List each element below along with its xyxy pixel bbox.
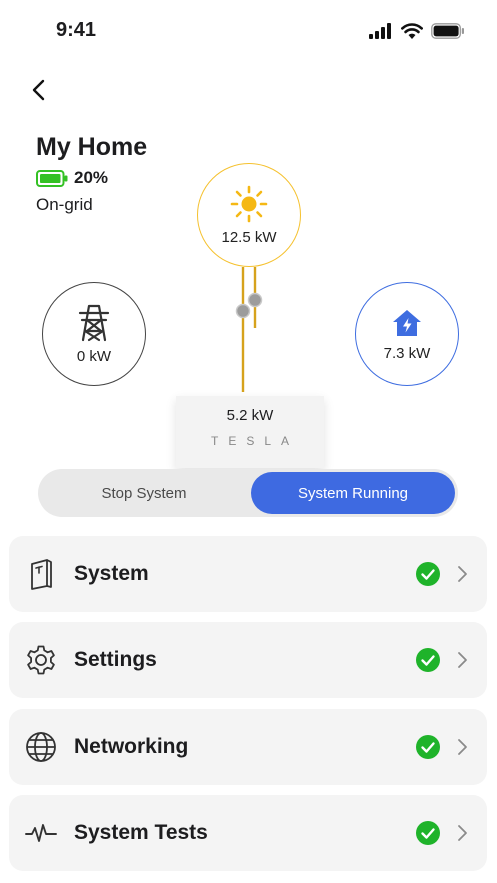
pulse-icon — [25, 817, 57, 849]
menu-item-system[interactable]: System — [9, 536, 487, 612]
solar-node[interactable]: 12.5 kW — [197, 163, 301, 267]
check-circle-icon — [416, 648, 440, 672]
menu-item-system-tests[interactable]: System Tests — [9, 795, 487, 871]
solar-power: 12.5 kW — [221, 228, 277, 246]
grid-node[interactable]: 0 kW — [42, 282, 146, 386]
menu-item-label: Networking — [74, 735, 189, 758]
gear-icon — [25, 644, 57, 676]
tesla-logo: TESLA — [210, 434, 299, 448]
flow-dot — [247, 292, 263, 308]
grid-power: 0 kW — [76, 347, 112, 365]
chevron-right-icon — [458, 566, 467, 582]
home-node[interactable]: 7.3 kW — [355, 282, 459, 386]
system-running-button[interactable]: System Running — [251, 472, 455, 514]
menu-item-label: Settings — [74, 648, 157, 671]
menu-item-label: System — [74, 562, 149, 585]
home-bolt-icon — [393, 309, 421, 336]
powerwall-icon — [25, 558, 57, 590]
check-circle-icon — [416, 735, 440, 759]
sun-icon — [230, 185, 268, 222]
menu-item-networking[interactable]: Networking — [9, 709, 487, 785]
gateway-card[interactable]: 5.2 kW TESLA — [176, 396, 324, 468]
chevron-right-icon — [458, 652, 467, 668]
gateway-power: 5.2 kW — [226, 407, 274, 424]
check-circle-icon — [416, 821, 440, 845]
system-toggle: Stop System System Running — [38, 469, 458, 517]
check-circle-icon — [416, 562, 440, 586]
chevron-right-icon — [458, 825, 467, 841]
globe-icon — [25, 731, 57, 763]
menu-item-settings[interactable]: Settings — [9, 622, 487, 698]
flow-dot — [235, 303, 251, 319]
chevron-right-icon — [458, 739, 467, 755]
home-power: 7.3 kW — [383, 344, 431, 362]
power-tower-icon — [78, 304, 110, 341]
menu-item-label: System Tests — [74, 821, 208, 844]
stop-system-button[interactable]: Stop System — [41, 472, 247, 514]
